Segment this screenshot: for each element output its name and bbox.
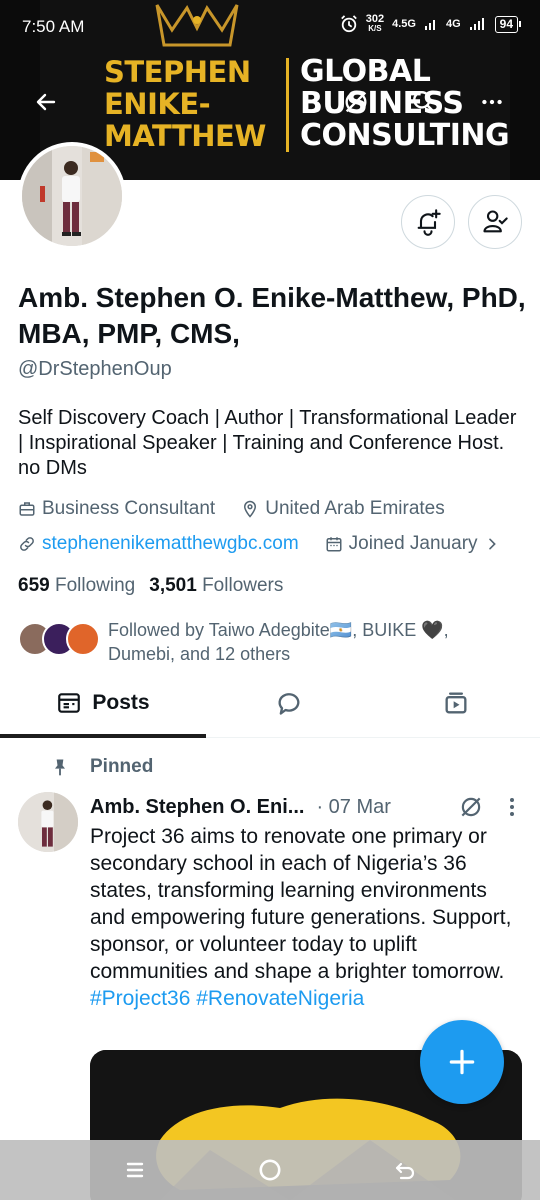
profile-handle: @DrStephenOup — [18, 358, 172, 380]
profile-tabs: Posts — [0, 668, 540, 738]
more-horizontal-icon — [482, 99, 502, 105]
following-count-link[interactable]: 659 Following — [18, 575, 135, 597]
pinned-indicator: Pinned — [50, 756, 153, 778]
calendar-icon — [326, 537, 342, 552]
pin-icon — [55, 759, 65, 776]
tab-posts[interactable]: Posts — [0, 668, 206, 738]
tweet-more-button[interactable] — [502, 794, 522, 826]
back-arrow-icon — [395, 1162, 415, 1180]
grok-icon — [345, 91, 367, 113]
mutual-avatars — [18, 618, 104, 658]
menu-lines-icon — [126, 1162, 144, 1178]
active-tab-indicator — [0, 734, 206, 738]
location: United Arab Emirates — [241, 498, 445, 520]
avatar-photo — [18, 792, 78, 852]
posts-icon — [58, 693, 81, 713]
notifications-button[interactable] — [401, 195, 455, 249]
tab-media[interactable] — [372, 668, 540, 738]
avatar-photo — [22, 146, 122, 246]
tweet-date[interactable]: · 07 Mar — [316, 796, 390, 819]
location-label: United Arab Emirates — [265, 498, 445, 519]
profile-name: Amb. Stephen O. Enike-Matthew, PhD, MBA,… — [18, 282, 526, 349]
profile-meta-row: Business Consultant United Arab Emirates — [18, 498, 471, 520]
joined-label: Joined January — [348, 533, 478, 554]
back-nav-button[interactable] — [385, 1150, 425, 1190]
battery-indicator: 94 — [494, 15, 522, 33]
pinned-label: Pinned — [90, 756, 154, 777]
video-stack-icon — [445, 692, 467, 714]
status-time: 7:50 AM — [22, 17, 85, 36]
system-navigation-bar — [0, 1140, 540, 1200]
signal-icon — [469, 18, 484, 30]
tweet-author-avatar[interactable] — [18, 792, 78, 852]
profile-avatar[interactable] — [18, 142, 126, 250]
profession: Business Consultant — [18, 498, 215, 520]
speech-bubble-icon — [278, 693, 300, 715]
tweet-text: Project 36 aims to renovate one primary … — [90, 823, 520, 1012]
signal-icon — [424, 20, 435, 30]
tab-posts-label: Posts — [92, 691, 150, 714]
tweet-hashtags[interactable]: #Project36 #RenovateNigeria — [90, 987, 364, 1010]
briefcase-icon — [19, 502, 35, 516]
network-speed: 302 K/S — [365, 13, 385, 34]
grok-button[interactable] — [334, 80, 378, 124]
mutual-avatar — [66, 622, 100, 656]
follow-stats: 659 Following 3,501 Followers — [18, 575, 283, 597]
grok-tweet-button[interactable] — [458, 794, 484, 826]
status-bar: 7:50 AM 302 K/S 4.5G 4G 94 — [0, 0, 540, 56]
network-type-1: 4.5G — [392, 18, 416, 30]
alarm-icon — [340, 15, 357, 33]
search-icon — [413, 91, 435, 113]
more-options-button[interactable] — [470, 80, 514, 124]
grok-icon — [461, 797, 481, 817]
followers-count-link[interactable]: 3,501 Followers — [149, 575, 283, 597]
bell-plus-icon — [417, 209, 441, 236]
user-check-icon — [483, 210, 508, 233]
tab-replies[interactable] — [206, 668, 372, 738]
location-pin-icon — [244, 500, 257, 518]
banner-name-text: STEPHEN ENIKE- MATTHEW — [104, 55, 266, 153]
profession-label: Business Consultant — [42, 498, 216, 519]
website-label[interactable]: stephenenikematthewgbc.com — [42, 533, 299, 555]
profile-bio: Self Discovery Coach | Author | Transfor… — [18, 407, 517, 479]
link-icon — [20, 537, 34, 551]
banner-divider — [286, 58, 289, 152]
tweet-body-text: Project 36 aims to renovate one primary … — [90, 825, 512, 983]
followed-by-text: Followed by Taiwo Adegbite🇦🇷, BUIKE 🖤, D… — [108, 620, 449, 664]
search-button[interactable] — [402, 80, 446, 124]
home-button[interactable] — [250, 1150, 290, 1190]
tweet-header: Amb. Stephen O. Eni... · 07 Mar — [90, 792, 530, 822]
following-button[interactable] — [468, 195, 522, 249]
plus-icon — [449, 1049, 475, 1075]
website-link[interactable]: stephenenikematthewgbc.com — [18, 533, 299, 555]
tweet-author-name[interactable]: Amb. Stephen O. Eni... — [90, 796, 304, 819]
back-button[interactable] — [24, 80, 68, 124]
joined-date[interactable]: Joined January — [325, 533, 500, 555]
status-icons: 302 K/S 4.5G 4G 94 — [340, 13, 522, 34]
chevron-right-icon — [488, 538, 496, 550]
arrow-left-icon — [36, 93, 56, 111]
recent-apps-button[interactable] — [115, 1150, 155, 1190]
followed-by-section[interactable]: Followed by Taiwo Adegbite🇦🇷, BUIKE 🖤, D… — [18, 618, 508, 666]
home-circle-icon — [259, 1159, 281, 1181]
compose-post-button[interactable] — [420, 1020, 504, 1104]
more-vertical-icon — [510, 798, 514, 816]
profile-meta-row-2: stephenenikematthewgbc.com Joined Januar… — [18, 533, 500, 555]
network-type-2: 4G — [445, 18, 461, 30]
